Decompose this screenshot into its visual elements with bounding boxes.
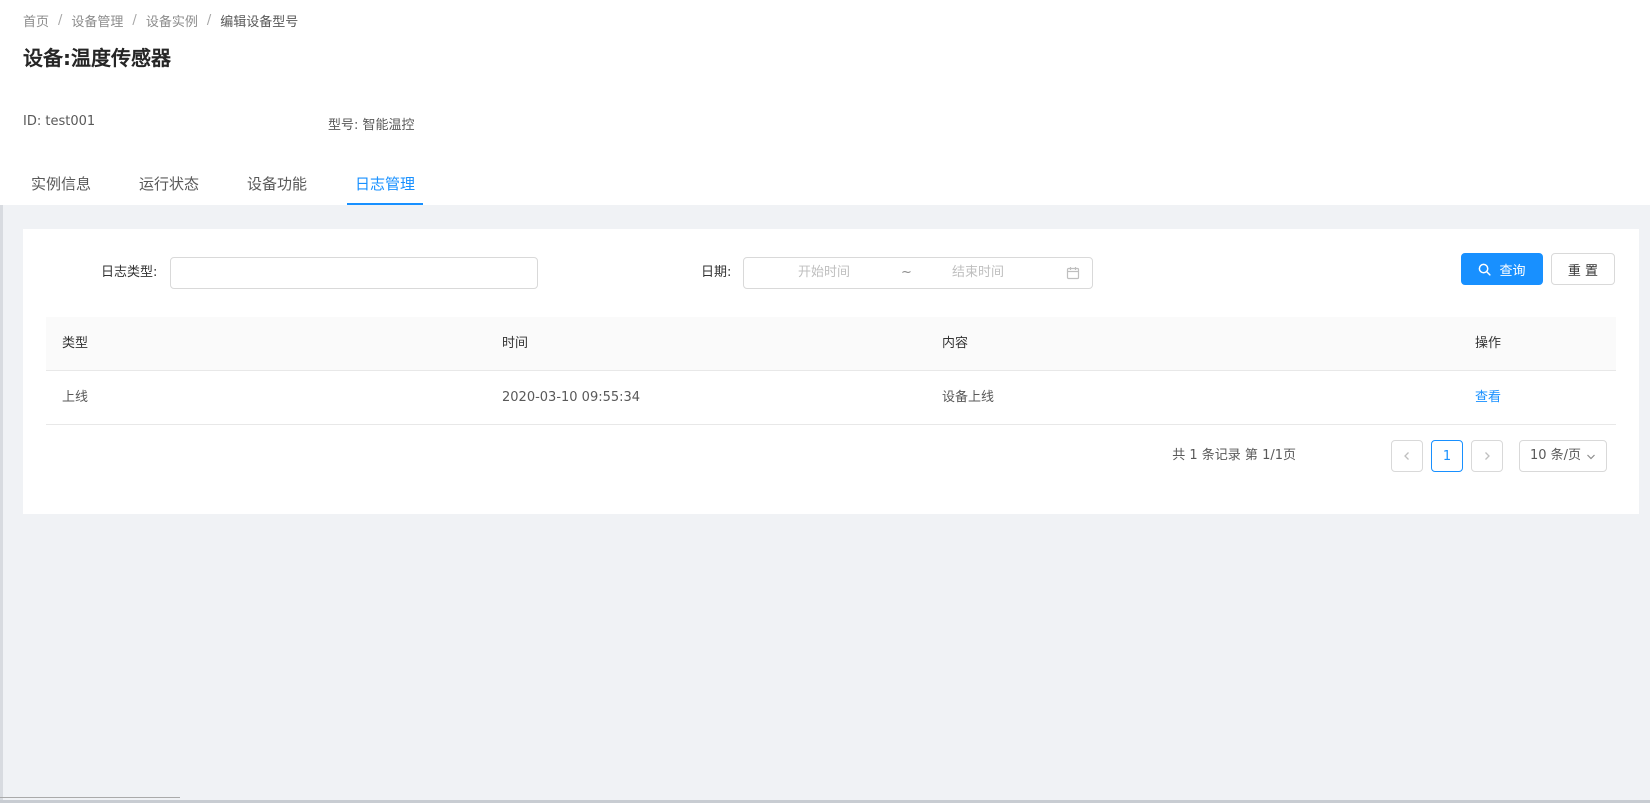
log-card: 日志类型: 日期: 开始时间 ~ 结束时间 查询 重 置 类型 时间 内容 操作… [23,229,1639,514]
breadcrumb-separator: / [58,13,63,28]
breadcrumb: 首页 / 设备管理 / 设备实例 / 编辑设备型号 [23,11,298,30]
start-date-placeholder[interactable]: 开始时间 [798,258,850,288]
view-link[interactable]: 查看 [1475,371,1501,425]
search-button-label: 查询 [1499,263,1526,279]
tab-bar: 实例信息 运行状态 设备功能 日志管理 [23,172,455,205]
tab-instance-info[interactable]: 实例信息 [23,172,99,205]
log-type-input[interactable] [170,257,538,289]
cell-type: 上线 [62,390,89,405]
reset-button-label: 重 置 [1567,263,1599,279]
table-header: 类型 时间 内容 操作 [46,317,1616,371]
column-header-time: 时间 [502,336,529,351]
breadcrumb-home[interactable]: 首页 [23,11,49,30]
device-id-value: test001 [45,114,96,129]
calendar-icon [1066,267,1080,280]
breadcrumb-separator: / [132,13,137,28]
prev-page-button[interactable] [1391,440,1423,472]
column-header-type: 类型 [62,336,89,351]
device-model-value: 智能温控 [362,118,415,133]
breadcrumb-current: 编辑设备型号 [220,15,299,30]
date-range-separator: ~ [901,265,912,280]
tab-running-status[interactable]: 运行状态 [131,172,207,205]
search-button[interactable]: 查询 [1461,253,1543,285]
chevron-left-icon [1404,452,1409,460]
date-range-picker[interactable]: 开始时间 ~ 结束时间 [743,257,1093,289]
cell-content: 设备上线 [942,390,995,405]
next-page-button[interactable] [1471,440,1503,472]
breadcrumb-device-management[interactable]: 设备管理 [71,11,123,30]
device-id: ID: test001 [23,114,95,129]
page-header: 首页 / 设备管理 / 设备实例 / 编辑设备型号 设备:温度传感器 ID: t… [0,0,1650,205]
page-title: 设备:温度传感器 [23,46,171,70]
table-row: 上线 2020-03-10 09:55:34 设备上线 查看 [46,371,1616,425]
breadcrumb-separator: / [206,13,212,28]
cell-time: 2020-03-10 09:55:34 [502,390,641,405]
page: 首页 / 设备管理 / 设备实例 / 编辑设备型号 设备:温度传感器 ID: t… [0,0,1650,803]
device-info: ID: test001 型号: 智能温控 [23,114,823,134]
chevron-right-icon [1485,452,1490,460]
page-button-1[interactable]: 1 [1431,440,1463,472]
end-date-placeholder[interactable]: 结束时间 [952,258,1004,288]
device-id-label: ID: [23,114,42,129]
tab-log-management[interactable]: 日志管理 [347,172,424,205]
device-model: 型号: 智能温控 [328,114,415,133]
log-table: 类型 时间 内容 操作 上线 2020-03-10 09:55:34 设备上线 … [46,317,1616,425]
search-icon [1479,263,1492,276]
pagination: 共 1 条记录 第 1/1页 1 10 条/页 [23,440,1639,472]
breadcrumb-device-instance[interactable]: 设备实例 [146,11,198,30]
page-size-value: 10 条/页 [1530,448,1582,463]
log-type-label: 日志类型: [101,265,158,280]
date-label: 日期: [701,265,732,280]
pagination-summary: 共 1 条记录 第 1/1页 [1172,448,1296,463]
column-header-action: 操作 [1475,336,1502,351]
chevron-down-icon [1587,454,1595,460]
device-model-label: 型号: [328,118,359,133]
column-header-content: 内容 [942,336,969,351]
page-size-select[interactable]: 10 条/页 [1519,440,1607,472]
reset-button[interactable]: 重 置 [1551,253,1615,285]
window-bottom-tabs [0,797,180,803]
tab-device-function[interactable]: 设备功能 [239,172,315,205]
